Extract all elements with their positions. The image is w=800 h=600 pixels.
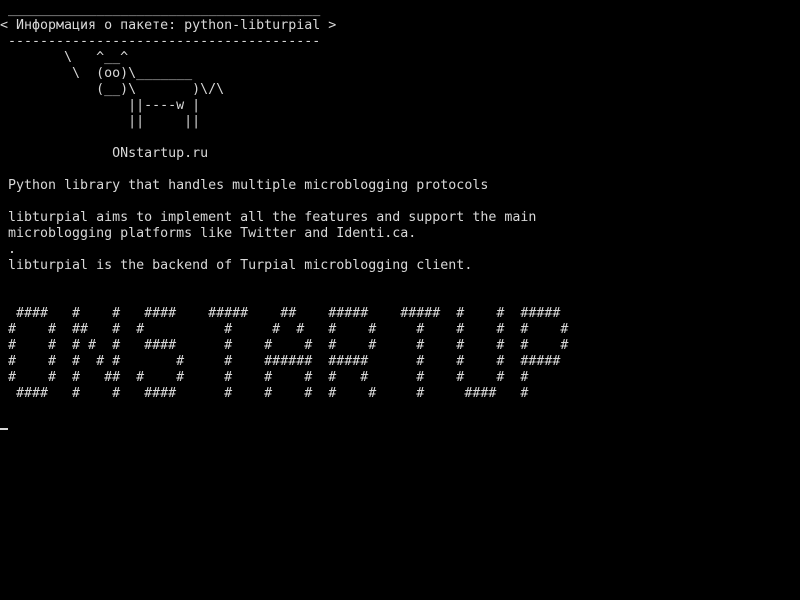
cow-art-line-3: (__)\ )\/\ [0, 82, 225, 97]
cowsay-top-border: _______________________________________ [0, 2, 321, 17]
banner-line-1: #### # # #### ##### ## ##### ##### # # #… [0, 306, 561, 321]
banner-line-4: # # # # # # # ###### ##### # # # ##### [0, 354, 561, 369]
terminal-output: _______________________________________ … [0, 2, 800, 402]
package-description-line-3: libturpial is the backend of Turpial mic… [0, 258, 473, 273]
banner-line-3: # # # # # #### # # # # # # # # # # [0, 338, 569, 353]
banner-line-6: #### # # #### # # # # # # #### # [0, 386, 529, 401]
package-description-line-2: microblogging platforms like Twitter and… [0, 226, 417, 241]
terminal-screen[interactable]: _______________________________________ … [0, 0, 800, 600]
cowsay-bottom-border: --------------------------------------- [0, 34, 321, 49]
cow-art-line-2: \ (oo)\_______ [0, 66, 193, 81]
text-cursor [0, 428, 8, 430]
cow-art-line-1: \ ^__^ [0, 50, 129, 65]
package-description-line-1: libturpial aims to implement all the fea… [0, 210, 537, 225]
site-credit: ONstartup.ru [0, 146, 209, 161]
banner-line-2: # # ## # # # # # # # # # # # # [0, 322, 569, 337]
package-summary: Python library that handles multiple mic… [0, 178, 489, 193]
cow-art-line-5: || || [0, 114, 201, 129]
banner-line-5: # # # ## # # # # # # # # # # # [0, 370, 529, 385]
cowsay-message: < Информация о пакете: python-libturpial… [0, 18, 337, 33]
cow-art-line-4: ||----w | [0, 98, 201, 113]
package-description-separator: . [0, 242, 17, 257]
